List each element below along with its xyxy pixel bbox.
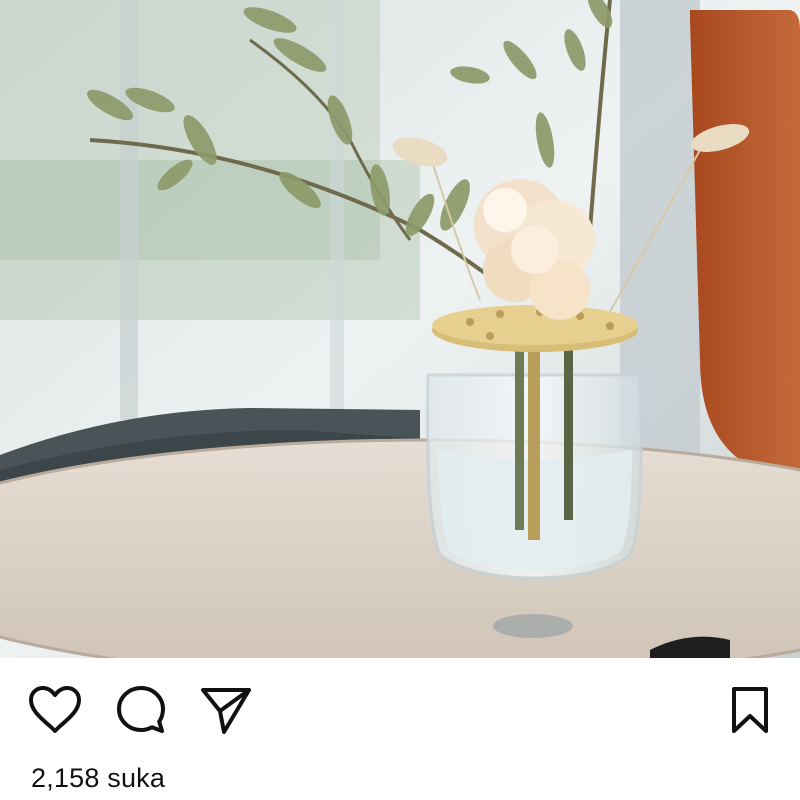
comment-button[interactable] bbox=[113, 682, 169, 738]
instagram-post: 2,158 suka bbox=[0, 0, 800, 800]
save-button[interactable] bbox=[722, 682, 778, 738]
post-photo[interactable] bbox=[0, 0, 800, 658]
comment-icon bbox=[117, 686, 165, 733]
send-icon bbox=[201, 688, 251, 734]
heart-icon bbox=[29, 686, 81, 733]
likes-count[interactable]: 2,158 suka bbox=[31, 762, 165, 794]
share-button[interactable] bbox=[198, 682, 254, 738]
bookmark-icon bbox=[732, 687, 768, 733]
like-button[interactable] bbox=[27, 682, 83, 738]
photo-illustration bbox=[0, 0, 800, 658]
post-action-bar bbox=[0, 658, 800, 762]
